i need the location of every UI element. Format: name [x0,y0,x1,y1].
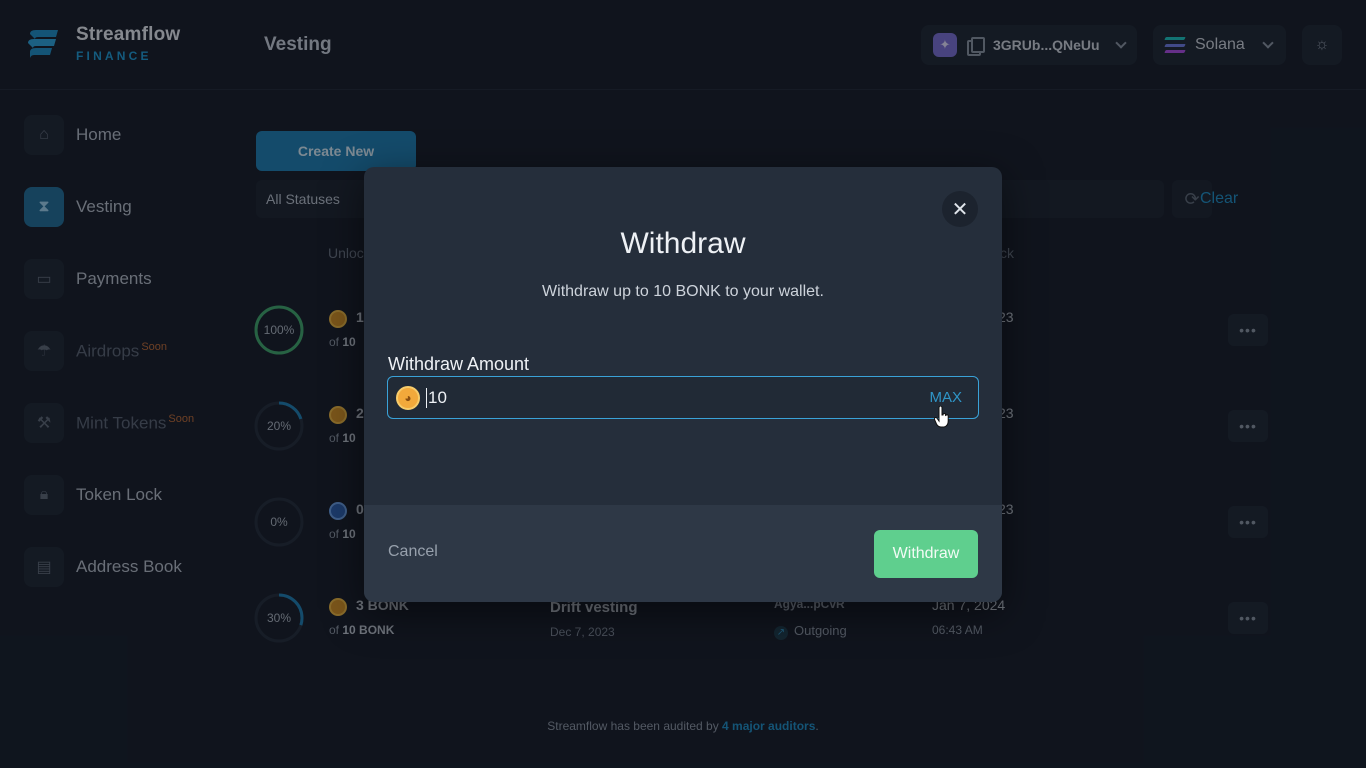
max-button[interactable]: MAX [929,389,962,406]
close-button[interactable]: ✕ [942,191,978,227]
modal-subtitle: Withdraw up to 10 BONK to your wallet. [542,283,824,300]
withdraw-amount-label: Withdraw Amount [388,354,530,374]
hand-cursor-icon [934,406,949,428]
cancel-button[interactable]: Cancel [388,543,438,561]
amount-value[interactable]: 10 [426,387,447,408]
bonk-token-icon: ◕ [396,385,420,410]
withdraw-modal: ✕ Withdraw Withdraw up to 10 BONK to you… [364,167,1002,602]
close-icon: ✕ [951,198,969,221]
modal-footer: Cancel Withdraw [364,505,1002,602]
withdraw-amount-input[interactable]: ◕ 10 MAX [387,376,979,419]
modal-title: Withdraw [620,227,746,260]
withdraw-button[interactable]: Withdraw [874,530,978,578]
